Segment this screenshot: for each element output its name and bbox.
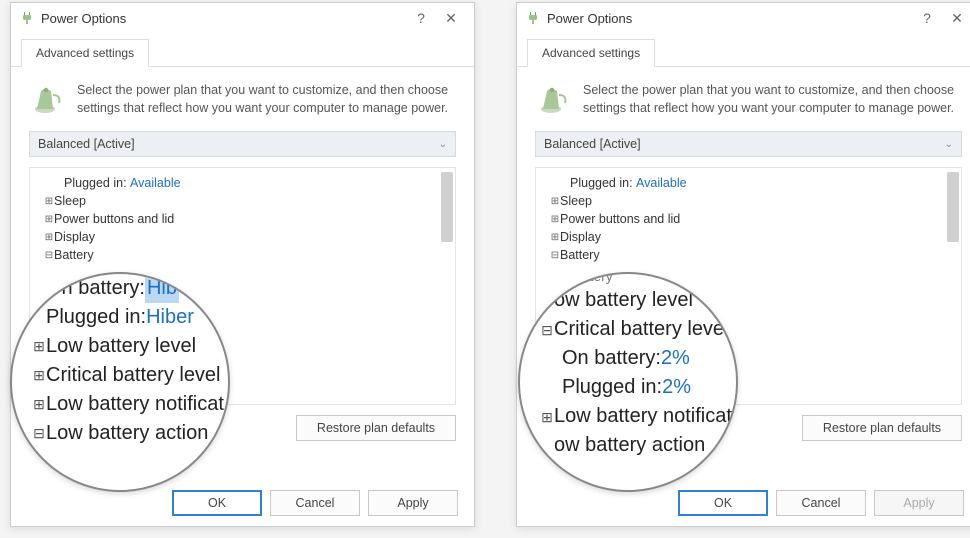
power-plug-icon [19,10,35,26]
magnifier-left: On battery: Hib Plugged in: Hiber ⊞Low b… [10,272,230,492]
tab-advanced-settings[interactable]: Advanced settings [527,39,655,67]
apply-button[interactable]: Apply [368,490,458,516]
tree-row-display[interactable]: ⊞Display [540,228,957,246]
ok-button[interactable]: OK [678,490,768,516]
expand-icon[interactable]: ⊞ [550,196,560,207]
titlebar: Power Options ? ✕ [517,3,970,33]
tree-row-sleep[interactable]: ⊞Sleep [34,192,451,210]
cancel-button[interactable]: Cancel [270,490,360,516]
tree-row-plugged-in[interactable]: Plugged in: Available [540,174,957,192]
plan-select-value: Balanced [Active] [544,137,641,151]
mag-row-critical-battery-level: ⊞Critical battery level [32,361,224,390]
tree-row-power-buttons[interactable]: ⊞Power buttons and lid [34,210,451,228]
mag-row-cut-top: battery [540,272,732,286]
restore-defaults-button[interactable]: Restore plan defaults [296,415,456,441]
power-plan-icon [29,81,65,117]
mag-row-low-battery-level: ow battery level [540,286,732,315]
mag-row-low-battery-notification: ⊞Low battery notificat [540,402,732,431]
tree-row-battery[interactable]: ⊟Battery [540,246,957,264]
expand-icon: ⊞ [32,394,46,414]
mag-row-critical-battery-level: ⊟Critical battery level [540,315,732,344]
collapse-icon[interactable]: ⊟ [550,250,560,261]
tree-row-battery[interactable]: ⊟Battery [34,246,451,264]
description-text: Select the power plan that you want to c… [77,81,456,117]
mag-row-low-battery-action: ow battery action [540,431,732,460]
expand-icon[interactable]: ⊞ [44,196,54,207]
help-button[interactable]: ? [406,6,436,30]
window-title: Power Options [547,11,632,26]
mag-row-plugged-in: Plugged in: Hiber [32,303,224,332]
mag-row-low-battery-notification: ⊞Low battery notificat [32,390,224,419]
chevron-down-icon: ⌄ [945,139,953,150]
magnifier-right: battery ow battery level ⊟Critical batte… [518,272,738,492]
collapse-icon[interactable]: ⊟ [44,250,54,261]
collapse-icon: ⊟ [540,320,554,340]
mag-row-plugged-in: Plugged in: 2% [540,373,732,402]
close-button[interactable]: ✕ [942,6,970,30]
tabbar: Advanced settings [517,39,970,67]
tab-advanced-settings[interactable]: Advanced settings [21,39,149,67]
expand-icon[interactable]: ⊞ [44,214,54,225]
expand-icon[interactable]: ⊞ [44,232,54,243]
close-button[interactable]: ✕ [436,6,466,30]
collapse-icon: ⊟ [32,423,46,443]
expand-icon: ⊞ [32,336,46,356]
mag-row-on-battery: On battery: Hib [32,274,224,303]
scrollbar[interactable] [947,172,959,242]
window-title: Power Options [41,11,126,26]
titlebar: Power Options ? ✕ [11,3,474,33]
help-button[interactable]: ? [912,6,942,30]
tabbar: Advanced settings [11,39,474,67]
mag-row-low-battery-action: ⊟Low battery action [32,419,224,448]
tree-row-plugged-in[interactable]: Plugged in: Available [34,174,451,192]
power-plan-icon [535,81,571,117]
expand-icon[interactable]: ⊞ [550,214,560,225]
chevron-down-icon: ⌄ [439,139,447,150]
tree-row-display[interactable]: ⊞Display [34,228,451,246]
tree-row-sleep[interactable]: ⊞Sleep [540,192,957,210]
power-plan-select[interactable]: Balanced [Active] ⌄ [29,131,456,157]
description-text: Select the power plan that you want to c… [583,81,962,117]
expand-icon[interactable]: ⊞ [550,232,560,243]
expand-icon: ⊞ [540,407,554,427]
expand-icon: ⊞ [32,365,46,385]
plan-select-value: Balanced [Active] [38,137,135,151]
mag-row-low-battery-level: ⊞Low battery level [32,332,224,361]
cancel-button[interactable]: Cancel [776,490,866,516]
restore-defaults-button[interactable]: Restore plan defaults [802,415,962,441]
tree-row-power-buttons[interactable]: ⊞Power buttons and lid [540,210,957,228]
power-plan-select[interactable]: Balanced [Active] ⌄ [535,131,962,157]
ok-button[interactable]: OK [172,490,262,516]
power-plug-icon [525,10,541,26]
mag-row-on-battery: On battery: 2% [540,344,732,373]
apply-button[interactable]: Apply [874,490,964,516]
scrollbar[interactable] [441,172,453,242]
